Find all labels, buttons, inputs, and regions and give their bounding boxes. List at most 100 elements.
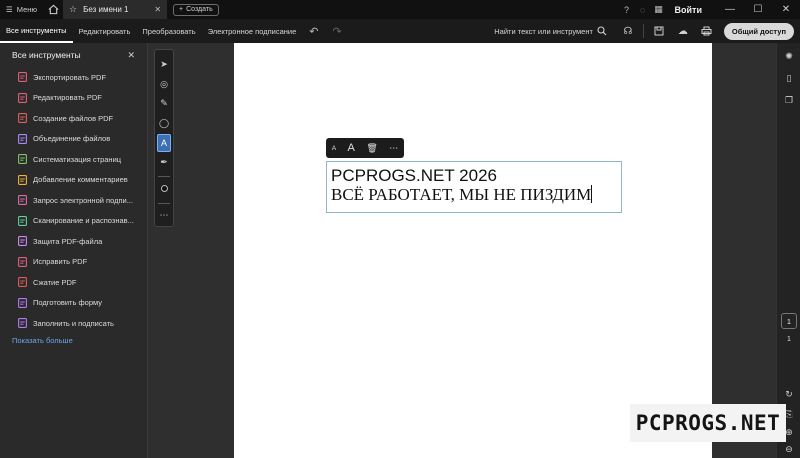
close-panel-icon[interactable]: ✕ (127, 50, 135, 61)
tool-item[interactable]: Экспортировать PDF (0, 67, 147, 88)
export-pdf-icon (17, 72, 27, 83)
cloud-upload-icon[interactable]: ☁ (672, 21, 694, 41)
tool-item[interactable]: Объединение файлов (0, 129, 147, 150)
login-button[interactable]: Войти (667, 5, 716, 15)
protect-icon (17, 236, 27, 247)
color-picker[interactable] (157, 180, 171, 198)
text-line-1[interactable]: PCPROGS.NET 2026 (331, 166, 617, 185)
pages-icon[interactable]: ❐ (777, 89, 800, 111)
tool-item-label: Экспортировать PDF (33, 72, 107, 82)
text-format-toolbar: A A 🗑 ⋯ (326, 138, 404, 158)
tool-item-label: Защита PDF-файла (33, 236, 103, 246)
tool-item-label: Заполнить и подписать (33, 318, 114, 328)
print-icon[interactable] (696, 21, 718, 41)
tool-item[interactable]: Запрос электронной подпи... (0, 190, 147, 211)
tool-item-label: Создание файлов PDF (33, 113, 114, 123)
refresh-icon[interactable]: ↻ (777, 383, 800, 405)
bell-icon[interactable]: ◌ (635, 0, 651, 19)
plus-icon: + (179, 6, 184, 13)
home-icon (48, 4, 58, 15)
tool-item-label: Добавление комментариев (33, 175, 128, 185)
comment-tool-icon[interactable]: ◎ (157, 76, 171, 94)
document-workspace: ➤ ◎ ✎ ◯ A ✒ ⋯ A A 🗑 ⋯ PCPROGS.NET 2026 В… (148, 43, 776, 458)
add-text-icon[interactable]: A (157, 134, 171, 152)
tab-esign[interactable]: Электронное подписание (202, 19, 303, 43)
compress-icon (17, 277, 27, 288)
title-bar: ☰ Меню ☆ Без имени 1 ✕ + Создать ? ◌ ▦ В… (0, 0, 800, 19)
increase-font-button[interactable]: A (348, 142, 355, 154)
tools-divider (158, 176, 170, 178)
tool-item-label: Объединение файлов (33, 134, 111, 144)
tool-item[interactable]: Сжатие PDF (0, 272, 147, 293)
text-line-2-content: ВСЁ РАБОТАЕТ, МЫ НЕ ПИЗДИМ (331, 185, 592, 204)
tool-item[interactable]: Заполнить и подписать (0, 313, 147, 334)
create-label: Создать (186, 6, 213, 13)
right-rail: ✺ ▯ ❐ 1 1 ↻ ⎘ ⊕ ⊖ (776, 43, 800, 458)
close-window-button[interactable]: ✕ (772, 0, 800, 19)
tool-item[interactable]: Исправить PDF (0, 252, 147, 273)
close-tab-icon[interactable]: ✕ (154, 5, 161, 14)
apps-grid-icon[interactable]: ▦ (651, 0, 667, 19)
tab-convert[interactable]: Преобразовать (136, 19, 201, 43)
organize-pages-icon (17, 154, 27, 165)
delete-icon[interactable]: 🗑 (366, 143, 377, 154)
read-aloud-icon[interactable]: ☊ (617, 21, 639, 41)
select-cursor-icon[interactable]: ➤ (157, 56, 171, 74)
redo-icon[interactable]: ↷ (326, 25, 349, 38)
tools-list: Экспортировать PDF Редактировать PDF Созда… (0, 67, 147, 334)
ai-assistant-icon[interactable]: ✺ (777, 45, 800, 67)
tool-item[interactable]: Создание файлов PDF (0, 108, 147, 129)
tool-item[interactable]: Редактировать PDF (0, 88, 147, 109)
pdf-page[interactable]: A A 🗑 ⋯ PCPROGS.NET 2026 ВСЁ РАБОТАЕТ, М… (234, 43, 712, 458)
text-caret (591, 185, 593, 203)
watermark-text: PCPROGS.NET (635, 411, 781, 435)
sign-tool-icon[interactable]: ✒ (157, 154, 171, 172)
tool-item[interactable]: Подготовить форму (0, 293, 147, 314)
bookmark-icon[interactable]: ▯ (777, 67, 800, 89)
tab-edit[interactable]: Редактировать (73, 19, 137, 43)
tool-item[interactable]: Защита PDF-файла (0, 231, 147, 252)
tool-item[interactable]: Добавление комментариев (0, 170, 147, 191)
text-box[interactable]: PCPROGS.NET 2026 ВСЁ РАБОТАЕТ, МЫ НЕ ПИЗ… (326, 161, 622, 213)
form-icon (17, 297, 27, 308)
tools-divider (158, 202, 170, 204)
menu-label: Меню (16, 5, 38, 14)
combine-files-icon (17, 133, 27, 144)
minimize-button[interactable]: — (716, 0, 744, 19)
tool-item[interactable]: Сканирование и распознав... (0, 211, 147, 232)
more-options-icon[interactable]: ⋯ (389, 143, 398, 154)
total-pages: 1 (786, 334, 792, 343)
main-toolbar: Все инструменты Редактировать Преобразов… (0, 19, 800, 43)
current-page-input[interactable]: 1 (781, 313, 797, 329)
create-button[interactable]: + Создать (173, 3, 219, 16)
tab-all-tools[interactable]: Все инструменты (0, 19, 73, 43)
share-button[interactable]: Общий доступ (723, 22, 794, 40)
panel-title: Все инструменты (12, 50, 81, 60)
watermark-logo: PCPROGS.NET (630, 404, 786, 442)
search-icon (597, 26, 607, 36)
hamburger-icon: ☰ (6, 5, 13, 14)
edit-pdf-icon (17, 92, 27, 103)
maximize-button[interactable]: ☐ (744, 0, 772, 19)
decrease-font-button[interactable]: A (332, 145, 336, 152)
fill-sign-icon (17, 318, 27, 329)
home-button[interactable] (43, 0, 63, 19)
find-tool[interactable]: Найти текст или инструмент (494, 26, 615, 36)
menu-button[interactable]: ☰ Меню (0, 0, 43, 19)
lasso-icon[interactable]: ◯ (157, 115, 171, 133)
show-more-link[interactable]: Показать больше (0, 336, 147, 345)
star-icon[interactable]: ☆ (69, 4, 77, 15)
redact-icon (17, 256, 27, 267)
help-icon[interactable]: ? (619, 0, 635, 19)
more-tools-icon[interactable]: ⋯ (157, 207, 171, 225)
save-icon[interactable] (648, 21, 670, 41)
tool-item[interactable]: Систематизация страниц (0, 149, 147, 170)
tool-item-label: Сканирование и распознав... (33, 216, 134, 226)
draw-pen-icon[interactable]: ✎ (157, 95, 171, 113)
tab-title: Без имени 1 (83, 5, 129, 14)
document-tab[interactable]: ☆ Без имени 1 ✕ (63, 0, 168, 19)
text-line-2[interactable]: ВСЁ РАБОТАЕТ, МЫ НЕ ПИЗДИМ (331, 185, 617, 205)
panel-header: Все инструменты ✕ (0, 43, 147, 67)
comment-icon (17, 174, 27, 185)
undo-icon[interactable]: ↶ (302, 25, 325, 38)
